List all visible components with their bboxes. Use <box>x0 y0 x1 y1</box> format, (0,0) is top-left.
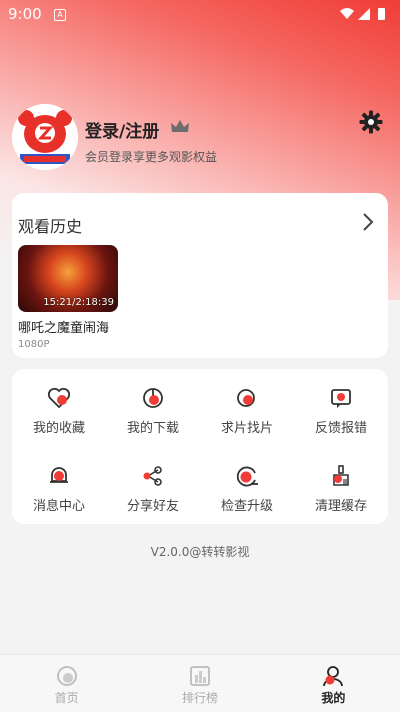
profile-icon <box>321 665 345 687</box>
history-resolution: 1080P <box>18 339 50 350</box>
menu-item-label: 我的收藏 <box>32 421 85 436</box>
tab-label: 我的 <box>321 691 346 705</box>
menu-item-label: 反馈报错 <box>314 421 367 436</box>
watch-history-card: 观看历史 15:21/2:18:39 哪吒之魔童闹海 1080P <box>12 193 388 358</box>
tab-label: 排行榜 <box>181 691 218 705</box>
search-film-icon <box>234 385 260 411</box>
menu-card: 我的收藏 我的下载 求片找片 反馈报错 消息中心 分享好友 检查升级 清理缓存 <box>12 369 388 524</box>
tab-mine[interactable]: 我的 <box>267 655 400 712</box>
watch-history-title: 观看历史 <box>18 217 83 236</box>
gear-icon[interactable] <box>359 110 383 134</box>
feedback-icon <box>328 385 354 411</box>
broom-icon <box>328 463 354 489</box>
menu-item-label: 检查升级 <box>220 499 273 514</box>
tab-home[interactable]: 首页 <box>0 655 133 712</box>
avatar[interactable] <box>12 104 78 170</box>
chevron-right-icon[interactable] <box>362 212 374 232</box>
menu-item-request-film[interactable]: 求片找片 <box>200 369 294 447</box>
menu-item-clear-cache[interactable]: 清理缓存 <box>294 447 388 524</box>
menu-item-share[interactable]: 分享好友 <box>106 447 200 524</box>
menu-item-upgrade[interactable]: 检查升级 <box>200 447 294 524</box>
wifi-icon <box>340 8 354 19</box>
menu-item-label: 我的下载 <box>126 421 179 436</box>
battery-icon <box>378 8 385 20</box>
menu-item-label: 求片找片 <box>220 421 273 436</box>
sim-icon: A <box>54 9 66 21</box>
status-time: 9:00 <box>8 5 42 23</box>
heart-icon <box>46 385 72 411</box>
share-icon <box>140 463 166 489</box>
login-subtitle: 会员登录享更多观影权益 <box>85 150 218 164</box>
menu-item-favorites[interactable]: 我的收藏 <box>12 369 106 447</box>
ranking-icon <box>188 665 212 687</box>
download-icon <box>140 385 166 411</box>
signal-icon <box>358 8 370 20</box>
menu-item-messages[interactable]: 消息中心 <box>12 447 106 524</box>
menu-item-label: 分享好友 <box>126 499 179 514</box>
app-logo-icon <box>12 104 78 170</box>
menu-item-feedback[interactable]: 反馈报错 <box>294 369 388 447</box>
status-bar: 9:00 A <box>0 0 400 28</box>
status-icons <box>340 8 385 20</box>
bell-icon <box>46 463 72 489</box>
login-register-link[interactable]: 登录/注册 <box>85 117 159 142</box>
tab-ranking[interactable]: 排行榜 <box>133 655 266 712</box>
menu-item-label: 清理缓存 <box>314 499 367 514</box>
menu-item-label: 消息中心 <box>32 499 85 514</box>
upgrade-icon <box>234 463 260 489</box>
menu-item-downloads[interactable]: 我的下载 <box>106 369 200 447</box>
home-icon <box>55 665 79 687</box>
bottom-nav: 首页 排行榜 我的 <box>0 654 400 712</box>
app-version: V2.0.0@转转影视 <box>150 545 250 559</box>
history-progress: 15:21/2:18:39 <box>43 297 114 308</box>
crown-icon <box>171 120 189 132</box>
history-movie-title[interactable]: 哪吒之魔童闹海 <box>18 317 109 336</box>
history-thumbnail[interactable]: 15:21/2:18:39 <box>18 245 118 312</box>
tab-label: 首页 <box>54 691 79 705</box>
